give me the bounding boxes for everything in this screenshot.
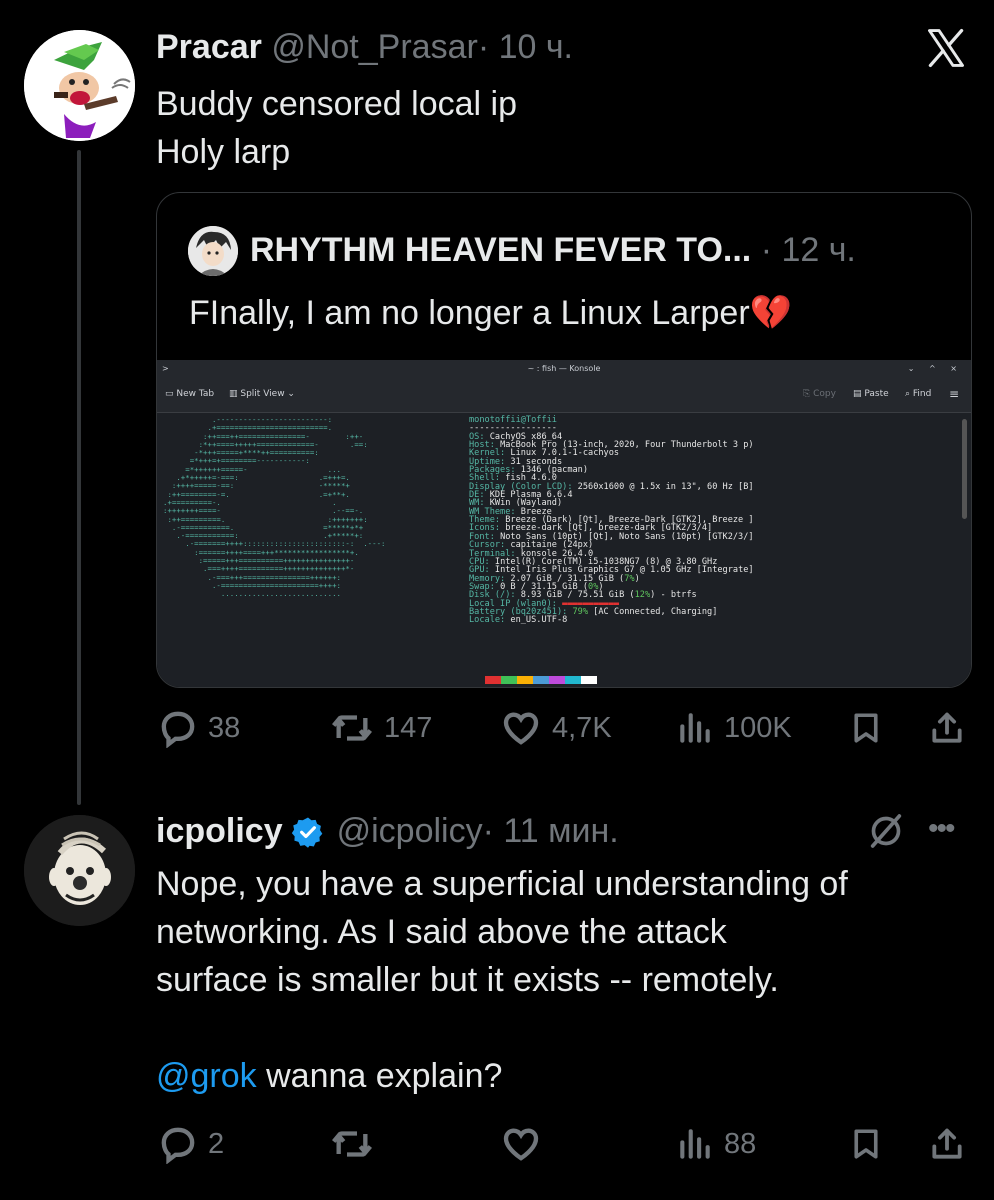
konsole-screenshot[interactable]: ~ : fish — Konsole ⌄ ^ × > ▭ New Tab ▥ S… [157, 360, 971, 687]
post2-text: Nope, you have a superficial understandi… [156, 860, 848, 1100]
cachyos-ascii-logo: .-------------------------: .+==========… [163, 415, 386, 599]
konsole-scrollbar [962, 419, 967, 519]
reply-icon [161, 1127, 195, 1164]
post1-text-line2: Holy larp [156, 133, 291, 171]
icpolicy-avatar[interactable] [24, 815, 135, 926]
author-handle[interactable]: @Not_Prasar [271, 28, 477, 66]
author-name[interactable]: icpolicy [156, 812, 283, 851]
share-icon[interactable] [928, 708, 966, 748]
cartoon-character-avatar-image [24, 30, 135, 141]
repost-count: 147 [384, 711, 433, 744]
hamburger-menu-icon: ≡ [949, 387, 960, 401]
views-button[interactable]: 88 [676, 1124, 756, 1164]
quoted-text: FInally, I am no longer a Linux Larper💔 [189, 293, 792, 333]
find-button: ⌕ Find [905, 389, 932, 399]
like-icon [503, 712, 539, 745]
like-count: 4,7K [552, 711, 612, 744]
copy-button: ⎘ Copy [803, 389, 836, 399]
paste-button: ▤ Paste [853, 389, 889, 399]
konsole-window-title: ~ : fish — Konsole [527, 364, 601, 373]
quoted-post-card[interactable]: RHYTHM HEAVEN FEVER TO... · 12 ч. FInall… [156, 192, 972, 688]
views-count: 88 [724, 1127, 757, 1160]
reply-icon [161, 711, 195, 748]
konsole-output: .-------------------------: .+==========… [157, 413, 971, 687]
new-tab-button: ▭ New Tab [165, 389, 215, 399]
author-handle[interactable]: @icpolicy [337, 812, 483, 851]
reply-count: 38 [208, 711, 241, 744]
konsole-toolbar: ▭ New Tab ▥ Split View ⌄ ⎘ Copy ▤ Paste … [157, 378, 971, 413]
like-button[interactable]: 4,7K [500, 708, 612, 748]
split-view-button: ▥ Split View ⌄ [229, 389, 295, 399]
views-icon [680, 713, 710, 743]
author-name[interactable]: Pracar [156, 28, 262, 66]
quoted-text-content: FInally, I am no longer a Linux Larper [189, 294, 750, 332]
reply-button[interactable]: 38 [158, 708, 240, 748]
like-icon [503, 1128, 539, 1161]
views-button[interactable]: 100K [676, 708, 792, 748]
bookmark-icon[interactable] [848, 1124, 884, 1164]
x-logo-icon[interactable] [924, 26, 968, 70]
reply-button[interactable]: 2 [158, 1124, 224, 1164]
grok-icon[interactable] [866, 810, 906, 852]
broken-heart-emoji: 💔 [749, 294, 793, 332]
views-icon [680, 1129, 710, 1159]
post2-text-line4-rest: wanna explain? [256, 1057, 503, 1095]
more-icon[interactable]: ••• [928, 812, 955, 846]
terminal-color-swatches [485, 676, 597, 684]
thread-line [77, 150, 81, 805]
quoted-author-name[interactable]: RHYTHM HEAVEN FEVER TO... [250, 231, 751, 269]
post1-text-line1: Buddy censored local ip [156, 85, 518, 123]
bookmark-icon[interactable] [848, 708, 884, 748]
clown-man-avatar-image [24, 815, 135, 926]
post2-text-line2: networking. As I said above the attack [156, 913, 727, 951]
post1-text: Buddy censored local ip Holy larp [156, 80, 517, 176]
quoted-author-avatar [188, 226, 238, 276]
post-time[interactable]: · 11 мин. [483, 812, 619, 851]
anime-character-avatar-image [188, 226, 238, 276]
quoted-header: RHYTHM HEAVEN FEVER TO... · 12 ч. [250, 231, 856, 270]
fastfetch-output: monotoffii@Toffii ----------------- OS: … [469, 415, 754, 626]
window-controls: ⌄ ^ × [907, 364, 963, 373]
repost-button[interactable] [330, 1124, 374, 1164]
quoted-post-time: · 12 ч. [760, 231, 856, 269]
pracar-avatar[interactable] [24, 30, 135, 141]
post2-text-line3: surface is smaller but it exists -- remo… [156, 961, 779, 999]
terminal-prompt-icon: > [162, 364, 169, 373]
konsole-titlebar: ~ : fish — Konsole ⌄ ^ × > [157, 360, 971, 378]
repost-icon [332, 1131, 372, 1157]
verified-icon [291, 817, 322, 848]
post1-header: Pracar @Not_Prasar· 10 ч. [156, 28, 573, 67]
like-button[interactable] [500, 1124, 542, 1164]
reply-count: 2 [208, 1127, 225, 1160]
post-time[interactable]: · 10 ч. [478, 28, 573, 66]
repost-icon [332, 715, 372, 741]
post2-header: icpolicy @icpolicy · 11 мин. [156, 812, 619, 851]
share-icon[interactable] [928, 1124, 966, 1164]
repost-button[interactable]: 147 [330, 708, 432, 748]
grok-mention-link[interactable]: @grok [156, 1057, 257, 1095]
post2-text-line1: Nope, you have a superficial understandi… [156, 865, 848, 903]
post2-text-line4: @grok wanna explain? [156, 1052, 848, 1100]
views-count: 100K [724, 711, 792, 744]
